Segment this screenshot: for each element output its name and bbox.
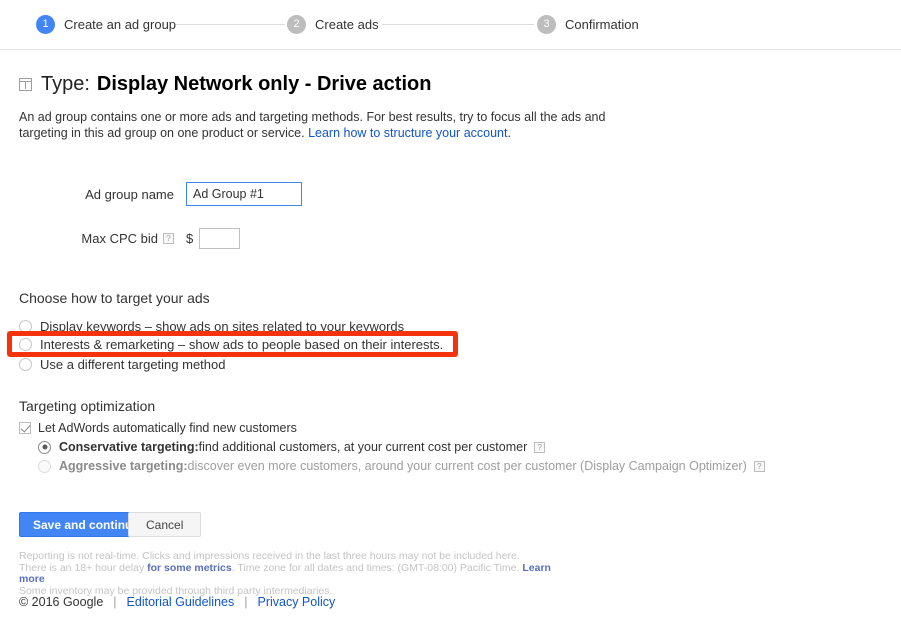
copyright-text: © 2016 Google bbox=[19, 595, 104, 609]
optimization-option-aggressive[interactable]: Aggressive targeting: discover even more… bbox=[38, 459, 765, 473]
footer-separator-1: | bbox=[113, 595, 117, 609]
auto-find-customers-row[interactable]: Let AdWords automatically find new custo… bbox=[19, 421, 297, 435]
help-icon-aggressive-targeting[interactable]: ? bbox=[753, 460, 765, 472]
stepper-step-create-ad-group[interactable]: 1 Create an ad group bbox=[36, 15, 176, 34]
ad-group-name-row: Ad group name bbox=[19, 182, 302, 206]
step-number-3: 3 bbox=[537, 15, 556, 34]
targeting-option-different-method[interactable]: Use a different targeting method bbox=[19, 357, 226, 372]
fineprint-disclaimer: Reporting is not real-time. Clicks and i… bbox=[19, 550, 579, 597]
footer: © 2016 Google | Editorial Guidelines | P… bbox=[19, 595, 335, 609]
stepper-step-create-ads[interactable]: 2 Create ads bbox=[287, 15, 379, 34]
fineprint-line2-part-b: . Time zone for all dates and times: (GM… bbox=[231, 561, 523, 574]
optimization-option-conservative[interactable]: Conservative targeting: find additional … bbox=[38, 440, 546, 454]
layout-panel-icon bbox=[19, 78, 32, 91]
cancel-button[interactable]: Cancel bbox=[128, 512, 202, 537]
stepper-connector-2 bbox=[382, 24, 534, 25]
progress-stepper: 1 Create an ad group 2 Create ads 3 Conf… bbox=[0, 0, 901, 50]
conservative-targeting-desc: find additional customers, at your curre… bbox=[198, 440, 528, 454]
ad-group-name-input[interactable] bbox=[186, 182, 302, 206]
description-text: An ad group contains one or more ads and… bbox=[19, 109, 644, 141]
targeting-option-label-interests-remarketing: Interests & remarketing – show ads to pe… bbox=[40, 337, 444, 352]
stepper-connector-1 bbox=[175, 24, 285, 25]
step-label-2: Create ads bbox=[315, 17, 379, 32]
step-number-2: 2 bbox=[287, 15, 306, 34]
targeting-section-heading: Choose how to target your ads bbox=[19, 290, 210, 306]
stepper-step-confirmation[interactable]: 3 Confirmation bbox=[537, 15, 639, 34]
targeting-option-label-different-method: Use a different targeting method bbox=[40, 357, 226, 372]
description-part2: . bbox=[507, 126, 511, 140]
help-icon-conservative-targeting[interactable]: ? bbox=[534, 441, 546, 453]
max-cpc-bid-label-group: Max CPC bid ? bbox=[19, 231, 186, 246]
ad-group-name-label: Ad group name bbox=[85, 186, 174, 202]
help-icon-max-cpc-bid[interactable]: ? bbox=[163, 233, 174, 244]
optimization-section-heading: Targeting optimization bbox=[19, 398, 156, 414]
type-label: Type: bbox=[41, 73, 90, 95]
aggressive-targeting-label: Aggressive targeting: bbox=[59, 459, 188, 473]
fineprint-line-2: There is an 18+ hour delay for some metr… bbox=[19, 561, 579, 586]
fineprint-line2-part-a: There is an 18+ hour delay bbox=[19, 561, 148, 574]
radio-different-targeting-method[interactable] bbox=[19, 358, 32, 371]
step-number-1: 1 bbox=[36, 15, 55, 34]
radio-interests-remarketing[interactable] bbox=[19, 338, 32, 351]
max-cpc-bid-input[interactable] bbox=[199, 228, 241, 249]
step-label-1: Create an ad group bbox=[64, 17, 177, 32]
radio-aggressive-targeting[interactable] bbox=[38, 459, 51, 473]
for-some-metrics-link[interactable]: for some metrics bbox=[147, 562, 232, 574]
max-cpc-bid-label: Max CPC bid bbox=[81, 231, 158, 246]
conservative-targeting-label: Conservative targeting: bbox=[59, 440, 199, 454]
learn-how-to-structure-link[interactable]: Learn how to structure your account bbox=[308, 126, 507, 140]
page-title: Type: Display Network only - Drive actio… bbox=[19, 73, 431, 96]
privacy-policy-link[interactable]: Privacy Policy bbox=[257, 595, 335, 609]
aggressive-targeting-desc: discover even more customers, around you… bbox=[187, 459, 747, 473]
radio-conservative-targeting[interactable] bbox=[38, 440, 51, 454]
targeting-option-interests-remarketing[interactable]: Interests & remarketing – show ads to pe… bbox=[19, 337, 443, 352]
auto-find-customers-label: Let AdWords automatically find new custo… bbox=[38, 421, 297, 435]
currency-symbol: $ bbox=[186, 231, 194, 246]
max-cpc-bid-row: Max CPC bid ? $ bbox=[19, 228, 241, 249]
type-value: Display Network only - Drive action bbox=[96, 73, 432, 95]
step-label-3: Confirmation bbox=[565, 17, 639, 32]
editorial-guidelines-link[interactable]: Editorial Guidelines bbox=[127, 595, 235, 609]
footer-separator-2: | bbox=[244, 595, 248, 609]
checkbox-auto-find-customers[interactable] bbox=[19, 422, 31, 434]
